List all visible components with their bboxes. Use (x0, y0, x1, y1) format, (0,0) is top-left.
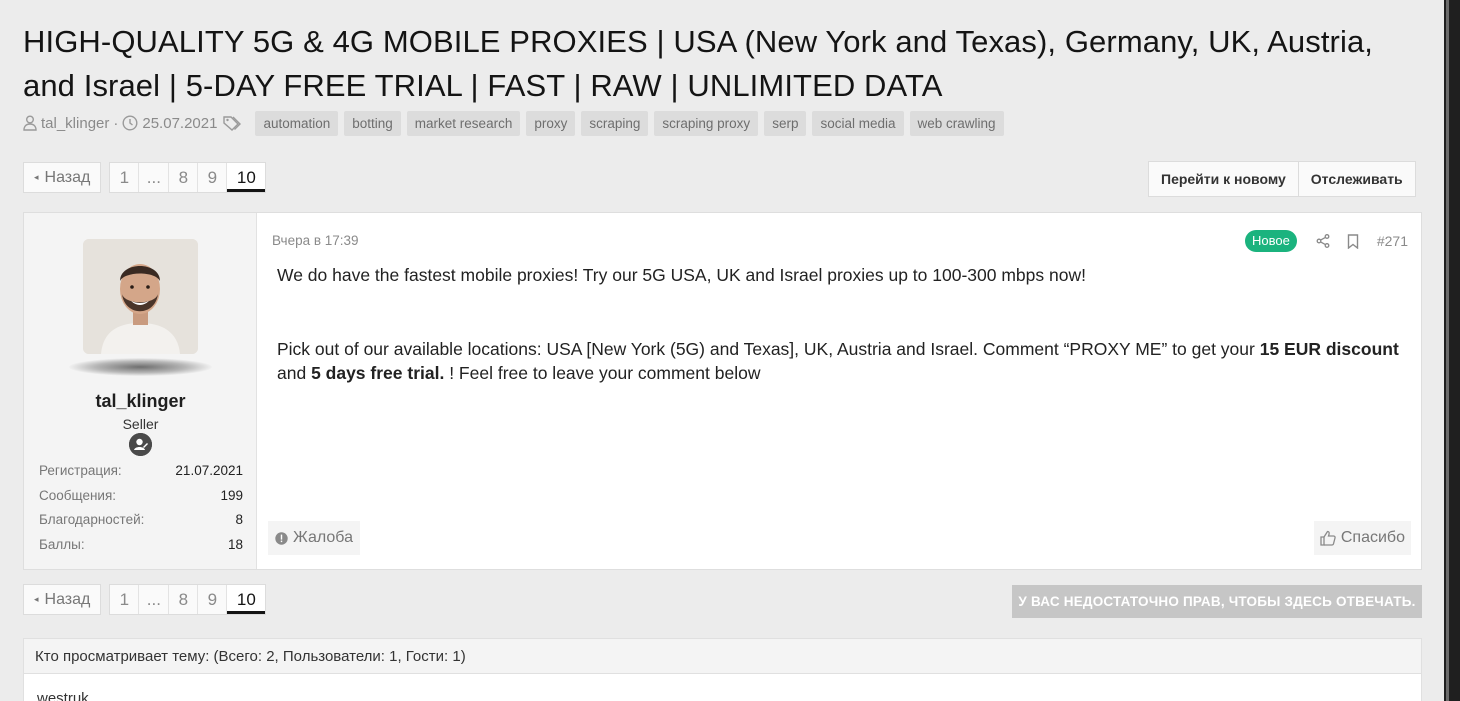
user-badge-icon (129, 433, 152, 456)
thread-author-link[interactable]: tal_klinger (41, 115, 109, 132)
stat-row: Сообщения: 199 (39, 484, 243, 509)
page-link[interactable]: 8 (169, 585, 199, 614)
post-bold-text: 5 days free trial. (311, 363, 445, 383)
prev-page-label: Назад (44, 590, 91, 608)
tags-icon (223, 115, 245, 131)
stat-row: Благодарностей: 8 (39, 508, 243, 533)
post-header: Вчера в 17:39 Новое #271 (272, 230, 1408, 252)
thread-date[interactable]: 25.07.2021 (142, 115, 217, 132)
goto-new-button[interactable]: Перейти к новому (1149, 162, 1298, 196)
page-link[interactable]: 9 (198, 163, 228, 192)
prev-page-button[interactable]: ◂ Назад (23, 162, 102, 193)
page-link[interactable]: 1 (110, 585, 140, 614)
post-text: ! Feel free to leave your comment below (444, 363, 761, 383)
thread-meta: tal_klinger · 25.07.2021 automation bott… (23, 110, 1004, 136)
new-badge: Новое (1245, 230, 1297, 252)
post-header-actions: Новое #271 (1245, 230, 1408, 252)
user-icon (23, 115, 37, 131)
page: HIGH-QUALITY 5G & 4G MOBILE PROXIES | US… (0, 0, 1444, 701)
alert-icon (275, 531, 288, 545)
user-title: Seller (122, 416, 159, 432)
tag[interactable]: serp (764, 110, 807, 136)
scrollbar-thumb[interactable] (1446, 0, 1449, 701)
thanks-button[interactable]: Спасибо (1313, 521, 1411, 555)
watch-button[interactable]: Отслеживать (1297, 162, 1415, 196)
tag[interactable]: botting (344, 110, 401, 136)
post-text: and (277, 363, 312, 383)
page-current[interactable]: 10 (227, 585, 266, 614)
page-link[interactable]: 8 (169, 163, 199, 192)
prev-page-label: Назад (44, 168, 91, 186)
avatar[interactable] (83, 239, 198, 354)
stat-label: Сообщения: (39, 487, 117, 503)
page-link[interactable]: 9 (198, 585, 228, 614)
tag[interactable]: automation (255, 110, 339, 136)
prev-page-button[interactable]: ◂ Назад (23, 584, 102, 615)
tag[interactable]: web crawling (909, 110, 1004, 136)
tag[interactable]: scraping proxy (654, 110, 759, 136)
thread-title: HIGH-QUALITY 5G & 4G MOBILE PROXIES | US… (23, 24, 1374, 103)
share-icon[interactable] (1313, 231, 1333, 251)
viewer-username-link[interactable]: westruk (37, 690, 89, 701)
tag[interactable]: scraping (581, 110, 649, 136)
stat-value: 18 (227, 536, 243, 552)
pagination-top: ◂ Назад 1 ... 8 9 10 (23, 162, 267, 193)
no-reply-permission-button[interactable]: У ВАС НЕДОСТАТОЧНО ПРАВ, ЧТОБЫ ЗДЕСЬ ОТВ… (1012, 585, 1422, 618)
report-button[interactable]: Жалоба (268, 521, 360, 555)
page-link[interactable]: 1 (110, 163, 140, 192)
stat-value: 21.07.2021 (175, 463, 243, 478)
tag[interactable]: social media (812, 110, 904, 136)
stat-value: 8 (235, 512, 243, 527)
tag[interactable]: market research (406, 110, 521, 136)
page-jump[interactable]: ... (139, 163, 170, 192)
stat-label: Регистрация: (39, 463, 122, 478)
username-link[interactable]: tal_klinger (24, 391, 257, 412)
tag-list: automation botting market research proxy… (255, 110, 1004, 136)
post-paragraph: Pick out of our available locations: USA… (277, 337, 1407, 385)
clock-icon (122, 115, 138, 131)
page-current[interactable]: 10 (227, 163, 266, 192)
stat-value[interactable]: 199 (220, 484, 243, 509)
post-content: We do have the fastest mobile proxies! T… (277, 263, 1407, 385)
post-text: Pick out of our available locations: USA… (277, 339, 1260, 359)
post: tal_klinger Seller Регистрация: 21.07.20… (23, 212, 1422, 570)
page-numbers: 1 ... 8 9 10 (109, 584, 267, 615)
user-stats: Регистрация: 21.07.2021 Сообщения: 199 Б… (39, 459, 243, 557)
bookmark-icon[interactable] (1343, 231, 1363, 251)
pagination-bottom: ◂ Назад 1 ... 8 9 10 (23, 584, 267, 615)
thread-actions: Перейти к новому Отслеживать (1148, 161, 1416, 197)
stat-label: Благодарностей: (39, 512, 145, 527)
chevron-left-icon: ◂ (34, 594, 39, 604)
post-date-link[interactable]: Вчера в 17:39 (272, 233, 359, 248)
stat-row: Регистрация: 21.07.2021 (39, 459, 243, 484)
stat-label: Баллы: (39, 536, 85, 552)
chevron-left-icon: ◂ (34, 172, 39, 182)
viewers-list: westruk (23, 674, 1422, 701)
report-label: Жалоба (293, 529, 353, 546)
tag[interactable]: proxy (526, 110, 576, 136)
scrollbar[interactable] (1444, 0, 1460, 701)
thumbs-up-icon (1320, 530, 1336, 546)
page-jump[interactable]: ... (139, 585, 170, 614)
page-numbers: 1 ... 8 9 10 (109, 162, 267, 193)
post-number-link[interactable]: #271 (1377, 233, 1408, 249)
viewers-header: Кто просматривает тему: (Всего: 2, Польз… (23, 638, 1422, 674)
post-paragraph: We do have the fastest mobile proxies! T… (277, 265, 1086, 285)
stat-row: Баллы: 18 (39, 533, 243, 558)
avatar-shadow (69, 358, 212, 376)
thanks-label: Спасибо (1340, 529, 1405, 546)
post-bold-text: 15 EUR discount (1259, 339, 1399, 359)
post-user-panel: tal_klinger Seller Регистрация: 21.07.20… (24, 213, 257, 569)
meta-separator: · (113, 114, 119, 132)
